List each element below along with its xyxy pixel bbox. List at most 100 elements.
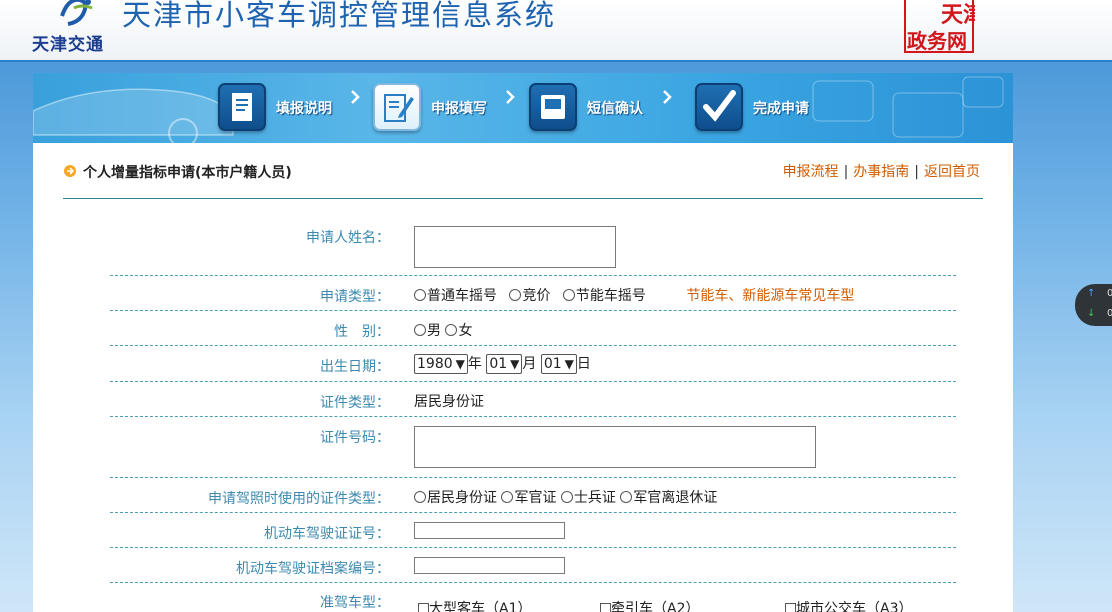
form-row-license-doc-type: 申请驾照时使用的证件类型： 居民身份证 军官证 士兵证 军官离退休证 xyxy=(110,478,956,513)
id-number-input[interactable] xyxy=(414,426,816,468)
logo-text: 天津交通 xyxy=(32,35,104,55)
form-row-id-number: 证件号码： xyxy=(110,417,956,478)
chevron-down-icon: ▼ xyxy=(455,357,465,371)
arrow-right-icon xyxy=(64,165,76,177)
form-row-license-file: 机动车驾驶证档案编号： xyxy=(110,548,956,583)
chevron-down-icon: ▼ xyxy=(510,357,520,371)
main-panel: 填报说明 申报填写 短信确认 完成申请 个人增量指标申请(本市户籍人员) 申报流… xyxy=(33,73,1013,612)
name-label: 申请人姓名： xyxy=(306,230,390,246)
step-fill-application[interactable]: 申报填写 xyxy=(373,83,518,133)
svg-text:政务网: 政务网 xyxy=(907,29,967,53)
floating-side-widget[interactable]: ↑ 0 ↓ 0 xyxy=(1075,284,1112,326)
birth-label: 出生日期： xyxy=(320,359,390,375)
step-label: 短信确认 xyxy=(587,101,643,117)
page-title-bar: 个人增量指标申请(本市户籍人员) 申报流程 | 办事指南 | 返回首页 xyxy=(63,153,983,199)
guide-link[interactable]: 办事指南 xyxy=(853,164,909,180)
upload-speed: 0 xyxy=(1107,288,1112,299)
license-number-label: 机动车驾驶证证号： xyxy=(264,526,390,542)
license-doc-radio[interactable] xyxy=(560,491,573,503)
form-row-id-type: 证件类型： 居民身份证 xyxy=(110,382,956,417)
page-title: 个人增量指标申请(本市户籍人员) xyxy=(83,165,292,181)
apply-type-option: 竞价 xyxy=(522,288,551,304)
license-doc-radio[interactable] xyxy=(620,491,633,503)
step-label: 填报说明 xyxy=(276,101,332,117)
chevron-right-icon xyxy=(351,90,360,104)
form-row-gender: 性 别： 男 女 xyxy=(110,311,956,346)
home-link[interactable]: 返回首页 xyxy=(924,164,980,180)
license-doc-option: 军官证 xyxy=(514,490,557,506)
process-link[interactable]: 申报流程 xyxy=(783,164,839,180)
form-row-birth: 出生日期： 1980 ▼ 年 01 ▼ 月 01 ▼ 日 xyxy=(110,346,956,382)
license-doc-option: 居民身份证 xyxy=(427,490,497,506)
system-title: 天津市小客车调控管理信息系统 xyxy=(122,0,557,32)
chevron-right-icon xyxy=(506,90,515,104)
gender-radio-male[interactable] xyxy=(414,324,426,336)
vehicle-class-option: 城市公交车（A3） xyxy=(796,601,913,612)
step-sms-confirm[interactable]: 短信确认 xyxy=(529,83,674,133)
license-doc-option: 士兵证 xyxy=(573,490,616,506)
chevron-down-icon: ▼ xyxy=(564,357,574,371)
form-row-name: 申请人姓名： xyxy=(110,215,956,276)
name-input[interactable] xyxy=(414,226,616,268)
day-unit: 日 xyxy=(576,356,591,372)
vehicle-class-checkbox[interactable] xyxy=(600,603,611,612)
document-icon xyxy=(218,83,266,131)
license-doc-radio[interactable] xyxy=(501,491,514,503)
site-header: 天津交通 天津市小客车调控管理信息系统 天津 政务网 xyxy=(0,0,1112,62)
gender-radio-female[interactable] xyxy=(445,324,458,336)
svg-text:天津: 天津 xyxy=(941,2,975,28)
vehicle-class-option: 大型客车（A1） xyxy=(429,601,532,612)
edit-form-icon xyxy=(373,83,421,131)
apply-type-radio[interactable] xyxy=(414,289,426,301)
top-links: 申报流程 | 办事指南 | 返回首页 xyxy=(783,161,980,181)
apply-type-label: 申请类型： xyxy=(320,289,390,305)
gender-option: 男 xyxy=(427,323,441,339)
apply-type-radio[interactable] xyxy=(562,289,575,301)
birth-day-select[interactable]: 01 ▼ xyxy=(540,354,577,374)
tianjin-government-seal-icon[interactable]: 天津 政务网 xyxy=(903,0,975,54)
form-row-apply-type: 申请类型： 普通车摇号 竞价 节能车摇号 节能车、新能源车常见车型 xyxy=(110,276,956,311)
year-unit: 年 xyxy=(467,356,482,372)
step-complete[interactable]: 完成申请 xyxy=(695,83,840,133)
license-number-input[interactable] xyxy=(414,522,565,539)
form-row-vehicle-class: 准驾车型： 大型客车（A1） 牵引车（A2） 城市公交车（A3） xyxy=(110,583,956,612)
download-speed: 0 xyxy=(1107,308,1112,319)
link-separator: | xyxy=(843,164,849,180)
step-label: 完成申请 xyxy=(753,101,809,117)
link-separator: | xyxy=(914,164,919,180)
tianjin-transport-logo[interactable]: 天津交通 xyxy=(28,0,124,58)
id-type-label: 证件类型： xyxy=(320,395,390,411)
chevron-right-icon xyxy=(663,90,672,104)
checkmark-icon xyxy=(695,83,743,131)
sms-icon xyxy=(529,83,577,131)
gender-option: 女 xyxy=(458,323,473,339)
apply-type-option: 节能车摇号 xyxy=(575,288,646,304)
id-type-value: 居民身份证 xyxy=(414,394,484,410)
month-unit: 月 xyxy=(522,356,537,372)
car-illustration-icon xyxy=(33,76,1004,143)
license-doc-option: 军官离退休证 xyxy=(633,490,718,506)
vehicle-class-checkbox[interactable] xyxy=(418,603,429,612)
energy-saving-models-link[interactable]: 节能车、新能源车常见车型 xyxy=(686,288,854,304)
arrow-down-icon: ↓ xyxy=(1087,308,1096,319)
license-doc-type-label: 申请驾照时使用的证件类型： xyxy=(208,491,390,507)
logo-mark-icon xyxy=(60,0,93,26)
step-instructions[interactable]: 填报说明 xyxy=(218,83,363,133)
step-banner: 填报说明 申报填写 短信确认 完成申请 xyxy=(33,73,1013,143)
birth-month-select[interactable]: 01 ▼ xyxy=(486,354,523,374)
apply-type-option: 普通车摇号 xyxy=(427,288,497,304)
id-number-label: 证件号码： xyxy=(320,430,390,446)
arrow-up-icon: ↑ xyxy=(1087,288,1096,299)
birth-year-select[interactable]: 1980 ▼ xyxy=(414,354,468,374)
license-file-input[interactable] xyxy=(414,557,565,574)
application-form: 申请人姓名： 申请类型： 普通车摇号 竞价 节能车摇号 节能车、新能源车常见车型… xyxy=(110,215,956,612)
apply-type-radio[interactable] xyxy=(509,289,522,301)
vehicle-class-checkbox[interactable] xyxy=(785,603,796,612)
vehicle-class-label: 准驾车型： xyxy=(320,595,390,611)
vehicle-class-option: 牵引车（A2） xyxy=(611,601,700,612)
license-file-label: 机动车驾驶证档案编号： xyxy=(236,561,390,577)
step-label: 申报填写 xyxy=(431,101,487,117)
form-row-license-number: 机动车驾驶证证号： xyxy=(110,513,956,548)
gender-label: 性 别： xyxy=(334,324,390,340)
license-doc-radio[interactable] xyxy=(414,491,426,503)
